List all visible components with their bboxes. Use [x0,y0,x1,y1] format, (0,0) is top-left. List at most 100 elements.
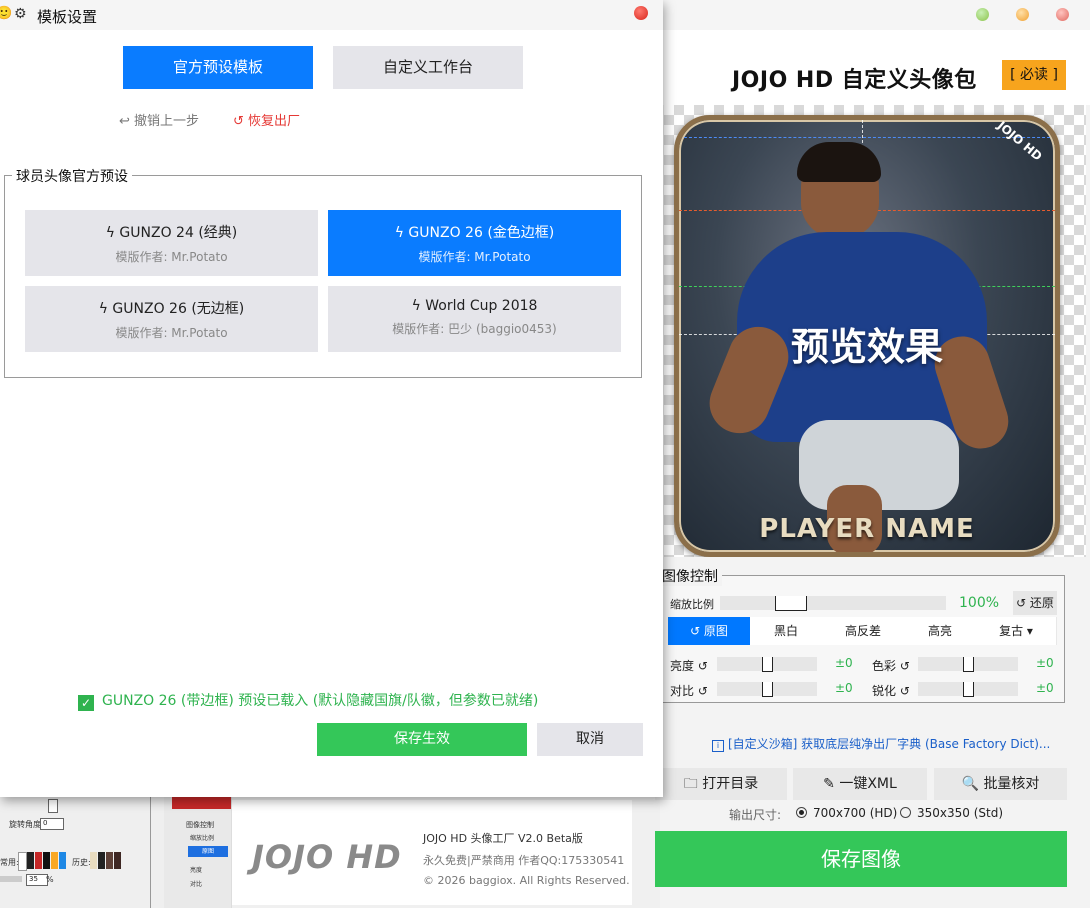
card-brand: JOJO HD [995,118,1046,164]
brightness-thumb[interactable] [762,657,773,672]
dialog-title: 模板设置 [37,8,98,26]
tab-official-presets[interactable]: 官方预设模板 [123,46,313,89]
cancel-button[interactable]: 取消 [537,723,643,756]
folder-icon: 🗀 [683,776,703,792]
saturation-thumb[interactable] [963,657,974,672]
image-control-title: 图像控制 [662,566,722,586]
sharpen-thumb[interactable] [963,682,974,697]
preset-group-title: 球员头像官方预设 [12,166,132,186]
template-settings-dialog: 🙂 ⚙ 模板设置 官方预设模板 自定义工作台 ↩ 撤销上一步 ↺ 恢复出厂 球员… [0,0,663,797]
filter-bw[interactable]: 黑白 [750,617,823,645]
dialog-close-icon[interactable] [634,6,648,20]
contrast-slider[interactable] [717,682,817,697]
undo-button[interactable]: ↩ 撤销上一步 [119,110,199,129]
tab-custom-workbench[interactable]: 自定义工作台 [333,46,523,89]
xml-button[interactable]: ✎ 一键XML [793,768,927,800]
avatar-card: 预览效果 PLAYER NAME JOJO HD [674,115,1060,557]
mini-original-button: 原图 [188,846,228,857]
mini-panel-title: 图像控制 [186,821,214,829]
footer-product: JOJO HD 头像工厂 V2.0 Beta版 [423,832,583,845]
filter-high-contrast[interactable]: 高反差 [822,617,905,645]
batch-check-button[interactable]: 🔍 批量核对 [934,768,1067,800]
percent-input: 35 [26,874,48,886]
footer-license: 永久免费|严禁商用 作者QQ:175330541 [423,854,625,867]
maximize-icon[interactable] [1016,8,1029,21]
color-swatch [51,852,58,869]
info-icon: i [712,740,724,752]
lightning-icon: ϟ [98,301,113,317]
preset-author: 模版作者: Mr.Potato [418,250,531,264]
color-swatch [18,852,27,871]
preset-name: ϟ GUNZO 26 (无边框) [98,301,245,317]
zoom-slider[interactable] [720,596,946,611]
preset-name: ϟ GUNZO 26 (金色边框) [394,225,555,241]
zoom-value: 100% [959,595,1000,611]
brightness-slider[interactable] [717,657,817,672]
contrast-value: ±0 [835,681,853,695]
rotate-label: 旋转角度: [9,820,44,829]
footer-logo: JOJO HD [252,838,402,876]
mini-brightness-label: 亮度 [190,867,203,874]
background-window-panel: 旋转角度: 0 常用: 历史: 35 % 图像控制 缩放比例 原图 亮度 对比 [0,795,232,908]
preset-gunzo26-gold[interactable]: ϟ GUNZO 26 (金色边框) 模版作者: Mr.Potato [328,210,621,276]
color-swatch [27,852,34,869]
dialog-title-bar: 🙂 ⚙ 模板设置 [0,0,663,30]
preset-author: 模版作者: 巴少 (baggio0453) [392,322,557,336]
close-icon[interactable] [1056,8,1069,21]
output-std-radio[interactable]: 350x350 (Std) [900,806,1003,820]
contrast-label: 对比 ↺ [670,684,708,698]
color-swatch [43,852,50,869]
lightning-icon: ϟ [394,225,409,241]
player-hair [797,142,881,182]
brightness-label: 亮度 ↺ [670,659,708,673]
percent-unit: % [46,875,54,884]
output-size-label: 输出尺寸: [729,808,782,822]
must-read-button[interactable]: [ 必读 ] [1002,60,1066,90]
preset-world-cup-2018[interactable]: ϟ World Cup 2018 模版作者: 巴少 (baggio0453) [328,286,621,352]
gear-icon: ⚙ [14,6,27,22]
output-hd-radio[interactable]: 700x700 (HD) [796,806,897,820]
preset-gunzo26-borderless[interactable]: ϟ GUNZO 26 (无边框) 模版作者: Mr.Potato [25,286,318,352]
radio-icon [900,807,911,818]
zoom-slider-thumb[interactable] [775,596,807,611]
app-title: JOJO HD 自定义头像包 [732,68,977,93]
app-icon: 🙂 [0,6,13,21]
mini-zoom-label: 缩放比例 [190,835,215,842]
mini-scroll-button [48,799,58,813]
check-icon: ✓ [78,695,94,711]
restore-factory-button[interactable]: ↺ 恢复出厂 [233,110,300,129]
mini-contrast-label: 对比 [190,881,203,888]
save-apply-button[interactable]: 保存生效 [317,723,527,756]
mini-slider [0,876,22,882]
saturation-value: ±0 [1036,656,1054,670]
common-label: 常用: [0,858,19,867]
mini-preview-fragment [172,795,231,809]
filter-original[interactable]: ↺ 原图 [668,617,751,645]
zoom-label: 缩放比例 [670,598,714,611]
footer-copyright: © 2026 baggiox. All Rights Reserved. [423,874,630,887]
sandbox-link[interactable]: i [自定义沙箱] 获取底层纯净出厂字典 (Base Factory Dict).… [712,735,1050,752]
filter-retro-dropdown[interactable]: 复古 ▾ [976,617,1057,645]
preset-name: ϟ GUNZO 24 (经典) [105,225,238,241]
saturation-slider[interactable] [918,657,1018,672]
minimize-icon[interactable] [976,8,989,21]
contrast-thumb[interactable] [762,682,773,697]
preset-name: ϟ World Cup 2018 [411,298,538,314]
open-folder-button[interactable]: 🗀 打开目录 [655,768,787,800]
search-icon: 🔍 [961,776,984,792]
status-message: ✓ GUNZO 26 (带边框) 预设已载入 (默认隐藏国旗/队徽，但参数已就绪) [78,690,538,711]
radio-icon [796,807,807,818]
filter-highlight[interactable]: 高亮 [904,617,977,645]
preview-canvas[interactable]: 预览效果 PLAYER NAME JOJO HD [664,105,1086,557]
mini-divider [150,795,151,908]
preview-label: 预览效果 [790,325,943,369]
sharpen-label: 锐化 ↺ [872,684,910,698]
save-image-button[interactable]: 保存图像 [655,831,1067,887]
main-title-bar [660,0,1090,30]
preset-author: 模版作者: Mr.Potato [115,250,228,264]
color-swatch [35,852,42,869]
preset-gunzo24[interactable]: ϟ GUNZO 24 (经典) 模版作者: Mr.Potato [25,210,318,276]
reset-button[interactable]: ↺ 还原 [1013,591,1057,615]
lightning-icon: ϟ [411,298,426,314]
sharpen-slider[interactable] [918,682,1018,697]
